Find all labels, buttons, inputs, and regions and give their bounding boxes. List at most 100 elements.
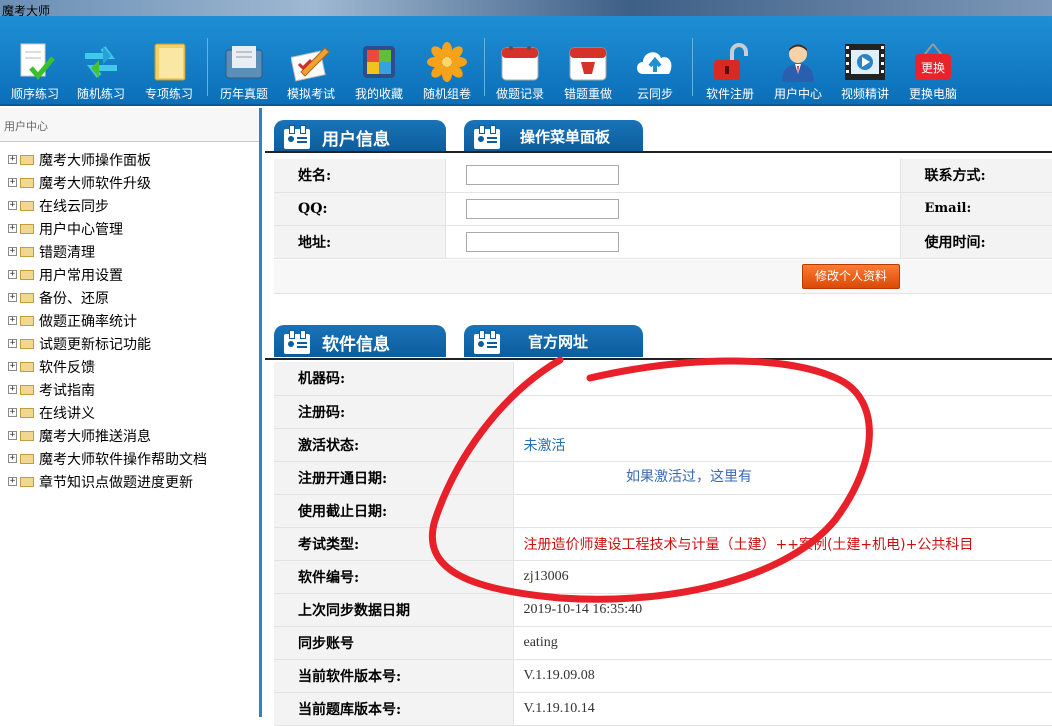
qq-input[interactable] bbox=[465, 198, 619, 219]
sequential-practice-button[interactable]: 顺序练习 bbox=[2, 16, 68, 104]
mock-exam-button[interactable]: 模拟考试 bbox=[278, 16, 344, 104]
user-center-button[interactable]: 用户中心 bbox=[765, 16, 831, 104]
tree-item[interactable]: + 用户中心管理 bbox=[0, 217, 259, 240]
table-row: 同步账号 eating bbox=[274, 626, 1052, 660]
calendar-redo-icon bbox=[569, 47, 607, 81]
address-cell bbox=[444, 225, 900, 259]
tab-label: 软件信息 bbox=[322, 335, 390, 355]
tree-item[interactable]: + 魔考大师软件升级 bbox=[0, 171, 259, 194]
tree-item[interactable]: + 软件反馈 bbox=[0, 355, 259, 378]
tree-item[interactable]: + 在线讲义 bbox=[0, 401, 259, 424]
expand-icon[interactable]: + bbox=[8, 178, 17, 187]
tree-item[interactable]: + 试题更新标记功能 bbox=[0, 332, 259, 355]
table-row: 上次同步数据日期 2019-10-14 16:35:40 bbox=[274, 593, 1052, 627]
table-row: 使用截止日期: bbox=[274, 494, 1052, 528]
tab-software-info[interactable]: 软件信息 bbox=[274, 325, 446, 357]
table-row: 考试类型: 注册造价师建设工程技术与计量（土建）++案例(土建+机电)+公共科目 bbox=[274, 527, 1052, 561]
software-register-button[interactable]: 软件注册 bbox=[697, 16, 763, 104]
toolbar-label: 更换电脑 bbox=[908, 87, 957, 101]
expand-icon[interactable]: + bbox=[8, 477, 17, 486]
tree-item[interactable]: + 魔考大师操作面板 bbox=[0, 148, 259, 171]
folder-icon bbox=[20, 430, 34, 441]
cloud-sync-button[interactable]: 云同步 bbox=[622, 16, 688, 104]
toolbar-label: 模拟考试 bbox=[286, 87, 335, 101]
tree-item[interactable]: + 备份、还原 bbox=[0, 286, 259, 309]
tree-item-label: 备份、还原 bbox=[39, 290, 109, 307]
tree-item[interactable]: + 考试指南 bbox=[0, 378, 259, 401]
archive-icon bbox=[225, 46, 263, 79]
folder-icon bbox=[20, 407, 34, 418]
name-cell bbox=[444, 159, 900, 193]
contact-label: 联系方式: bbox=[899, 159, 1052, 193]
edit-profile-button[interactable]: 修改个人资料 bbox=[802, 264, 900, 289]
tree-item-label: 魔考大师推送消息 bbox=[39, 428, 151, 445]
info-value bbox=[512, 395, 1052, 429]
tree-item-label: 魔考大师软件升级 bbox=[39, 175, 151, 192]
tab-official-website[interactable]: 官方网址 bbox=[464, 325, 643, 357]
tree-item[interactable]: + 做题正确率统计 bbox=[0, 309, 259, 332]
unlock-icon bbox=[714, 43, 748, 80]
tab-operation-menu[interactable]: 操作菜单面板 bbox=[464, 120, 643, 152]
change-computer-button[interactable]: 更换 更换电脑 bbox=[900, 16, 966, 104]
expand-icon[interactable]: + bbox=[8, 339, 17, 348]
tree-item[interactable]: + 用户常用设置 bbox=[0, 263, 259, 286]
refresh-arrows-icon bbox=[85, 46, 117, 78]
address-input[interactable] bbox=[465, 231, 619, 252]
tree-item[interactable]: + 魔考大师软件操作帮助文档 bbox=[0, 447, 259, 470]
tree-item-label: 做题正确率统计 bbox=[39, 313, 137, 330]
info-label: 激活状态: bbox=[274, 428, 513, 462]
flower-icon bbox=[427, 42, 467, 82]
folder-icon bbox=[20, 453, 34, 464]
edit-row: 修改个人资料 bbox=[274, 260, 1052, 294]
expand-icon[interactable]: + bbox=[8, 454, 17, 463]
id-card-icon bbox=[474, 125, 500, 149]
collection-icon bbox=[363, 46, 395, 78]
info-value: 注册造价师建设工程技术与计量（土建）++案例(土建+机电)+公共科目 bbox=[512, 527, 1052, 561]
user-icon bbox=[782, 44, 814, 82]
tree-item[interactable]: + 在线云同步 bbox=[0, 194, 259, 217]
info-label: 使用截止日期: bbox=[274, 494, 513, 528]
toolbar-label: 随机练习 bbox=[76, 87, 125, 101]
info-label: 考试类型: bbox=[274, 527, 513, 561]
toolbar-label: 专项练习 bbox=[144, 87, 193, 101]
tab-user-info[interactable]: 用户信息 bbox=[274, 120, 446, 152]
annotation-note: 如果激活过，这里有 bbox=[626, 469, 752, 485]
info-value: V.1.19.10.14 bbox=[512, 692, 1052, 726]
special-practice-button[interactable]: 专项练习 bbox=[136, 16, 202, 104]
random-paper-button[interactable]: 随机组卷 bbox=[414, 16, 480, 104]
expand-icon[interactable]: + bbox=[8, 316, 17, 325]
expand-icon[interactable]: + bbox=[8, 408, 17, 417]
expand-icon[interactable]: + bbox=[8, 385, 17, 394]
tree-item-label: 用户中心管理 bbox=[39, 221, 123, 238]
software-info-table: 机器码: 注册码: 激活状态: 未激活 注册开通日期: 使用截止日期: 考试类型: 注册造价师… bbox=[274, 362, 1052, 726]
tree-item[interactable]: + 章节知识点做题进度更新 bbox=[0, 470, 259, 493]
my-favorites-button[interactable]: 我的收藏 bbox=[346, 16, 412, 104]
name-input[interactable] bbox=[465, 165, 619, 186]
divider-line bbox=[265, 358, 1052, 360]
redo-mistakes-button[interactable]: 错题重做 bbox=[555, 16, 621, 104]
expand-icon[interactable]: + bbox=[8, 431, 17, 440]
expand-icon[interactable]: + bbox=[8, 362, 17, 371]
tree-item-label: 错题清理 bbox=[39, 244, 95, 261]
tree-item[interactable]: + 魔考大师推送消息 bbox=[0, 424, 259, 447]
main-content: 用户信息 操作菜单面板 姓名: 联系方式: QQ: Email: 地址: 使用时… bbox=[265, 108, 1052, 726]
sign-icon: 更换 bbox=[915, 43, 951, 80]
expand-icon[interactable]: + bbox=[8, 247, 17, 256]
expand-icon[interactable]: + bbox=[8, 201, 17, 210]
qq-label: QQ: bbox=[274, 192, 445, 226]
toolbar-label: 错题重做 bbox=[563, 87, 612, 101]
video-lecture-button[interactable]: 视频精讲 bbox=[832, 16, 898, 104]
tree-item[interactable]: + 错题清理 bbox=[0, 240, 259, 263]
tree-item-label: 试题更新标记功能 bbox=[39, 336, 151, 353]
expand-icon[interactable]: + bbox=[8, 293, 17, 302]
past-exams-button[interactable]: 历年真题 bbox=[211, 16, 277, 104]
address-label: 地址: bbox=[274, 225, 445, 259]
practice-record-button[interactable]: 做题记录 bbox=[487, 16, 553, 104]
expand-icon[interactable]: + bbox=[8, 224, 17, 233]
random-practice-button[interactable]: 随机练习 bbox=[68, 16, 134, 104]
expand-icon[interactable]: + bbox=[8, 155, 17, 164]
toolbar-label: 历年真题 bbox=[219, 87, 268, 101]
qq-cell bbox=[444, 192, 900, 226]
sign-text: 更换 bbox=[921, 61, 945, 75]
expand-icon[interactable]: + bbox=[8, 270, 17, 279]
